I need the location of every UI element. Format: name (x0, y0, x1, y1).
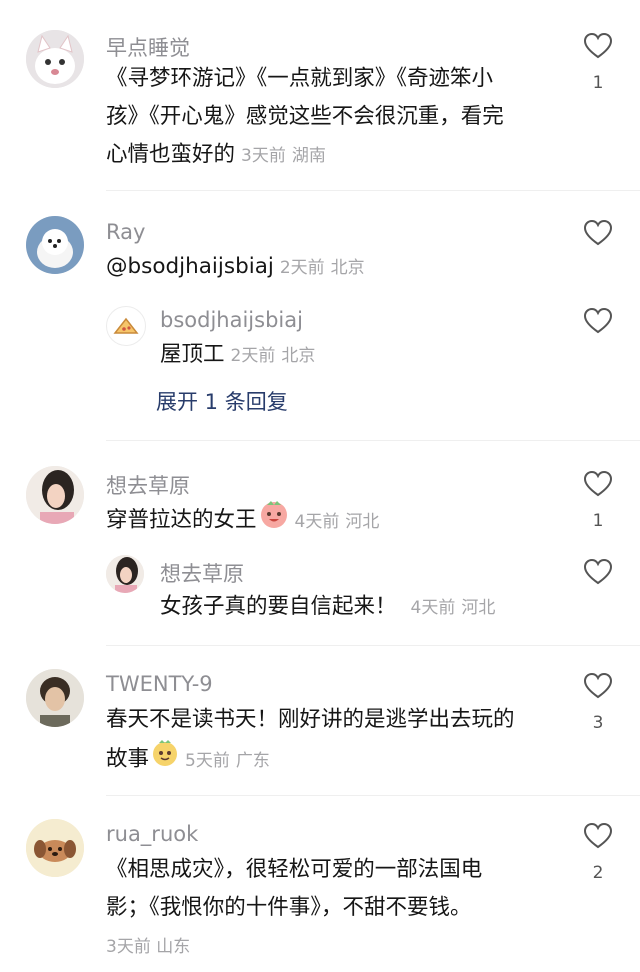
cheeky-face-emoji-icon (151, 739, 179, 780)
pizza-avatar-icon[interactable] (106, 306, 146, 346)
comment-text: 《相思成灾》，很轻松可爱的一部法国电 影；《我恨你的十件事》，不甜不要钱。 (106, 857, 483, 920)
comment-location: 山东 (156, 937, 191, 957)
like-button[interactable]: 1 (584, 33, 612, 93)
girl-photo-avatar-icon[interactable] (106, 555, 144, 593)
heart-outline-icon (584, 673, 612, 699)
username[interactable]: 想去草原 (106, 470, 190, 500)
heart-outline-icon (584, 33, 612, 59)
like-count: 2 (592, 863, 604, 883)
reply-like-button[interactable] (584, 559, 612, 585)
comment-location: 湖南 (291, 146, 326, 166)
comment-time: 3天前 (241, 146, 286, 166)
reply-username[interactable]: bsodjhaijsbiaj (160, 308, 303, 332)
like-button[interactable]: 3 (584, 673, 612, 733)
like-button[interactable] (584, 220, 612, 246)
like-button[interactable]: 2 (584, 823, 612, 883)
comment-time: 4天前 (294, 511, 340, 532)
white-dog-avatar-icon[interactable] (26, 216, 84, 274)
girl-photo-avatar-icon[interactable] (26, 466, 84, 524)
like-count: 1 (592, 73, 604, 93)
reply-time: 4天前 (410, 598, 456, 618)
reply-location: 河北 (461, 598, 496, 618)
reply-text: 屋顶工 2天前 北京 (160, 342, 316, 367)
comment-time: 5天前 (185, 750, 230, 771)
heart-outline-icon (584, 308, 612, 334)
like-button[interactable]: 1 (584, 471, 612, 531)
comment-item: TWENTY-9 春天不是读书天！刚好讲的是逃学出去玩的 故事 5天前 广东 3 (0, 645, 640, 795)
comment-item: Ray @bsodjhaijsbiaj 2天前 北京 bsodjhaijsbiaj … (0, 190, 640, 440)
username[interactable]: rua_ruok (106, 822, 198, 846)
heart-outline-icon (584, 823, 612, 849)
comment-location: 北京 (330, 258, 365, 278)
comment-time: 2天前 (279, 258, 325, 278)
reply-location: 北京 (281, 346, 316, 366)
heart-outline-icon (584, 220, 612, 246)
comment-item: 想去草原 穿普拉达的女王 4天前 河北 1 想去草原 女孩子真的要自信起来！ 4天前… (0, 440, 640, 645)
heart-outline-icon (584, 471, 612, 497)
comment-text: 穿普拉达的女王 4天前 河北 (106, 499, 566, 542)
reply-username[interactable]: 想去草原 (160, 558, 244, 588)
reply-text: 女孩子真的要自信起来！ 4天前 河北 (160, 594, 496, 619)
username[interactable]: TWENTY-9 (106, 672, 213, 696)
username[interactable]: Ray (106, 220, 145, 244)
expand-replies-button[interactable]: 展开 1 条回复 (156, 386, 288, 416)
comment-item: rua_ruok 《相思成灾》，很轻松可爱的一部法国电 影；《我恨你的十件事》，… (0, 795, 640, 972)
reply-time: 2天前 (230, 346, 276, 366)
comment-text: @bsodjhaijsbiaj 2天前 北京 (106, 248, 566, 287)
heart-outline-icon (584, 559, 612, 585)
mention-link[interactable]: @bsodjhaijsbiaj (106, 254, 274, 279)
like-count: 1 (592, 511, 604, 531)
man-photo-avatar-icon[interactable] (26, 669, 84, 727)
comment-time: 3天前 (106, 937, 151, 957)
like-count: 3 (592, 713, 604, 733)
username[interactable]: 早点睡觉 (106, 32, 190, 62)
reply-like-button[interactable] (584, 308, 612, 334)
comment-meta: 3天前 山东 (106, 932, 190, 957)
puppy-cartoon-avatar-icon[interactable] (26, 819, 84, 877)
comment-text: 春天不是读书天！刚好讲的是逃学出去玩的 故事 5天前 广东 (106, 701, 566, 780)
comment-item: 早点睡觉 《寻梦环游记》《一点就到家》《奇迹笨小 孩》《开心鬼》感觉这些不会很沉… (0, 0, 640, 190)
smile-face-emoji-icon (259, 499, 289, 542)
white-cat-avatar-icon[interactable] (26, 30, 84, 88)
comment-location: 广东 (235, 750, 270, 771)
comment-location: 河北 (345, 511, 380, 532)
comment-text: 《寻梦环游记》《一点就到家》《奇迹笨小 孩》《开心鬼》感觉这些不会很沉重，看完 … (106, 66, 504, 167)
